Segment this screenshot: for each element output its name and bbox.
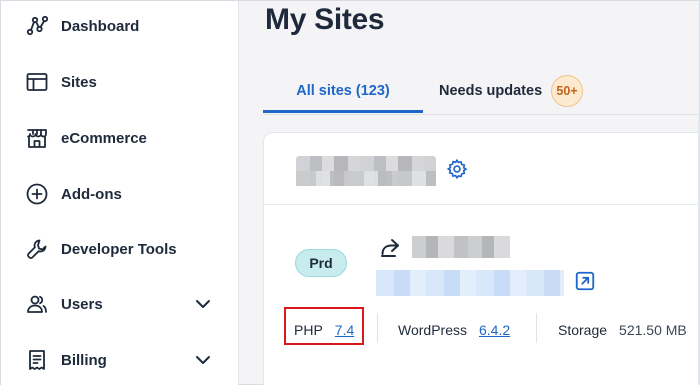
chevron-down-icon[interactable]: [193, 350, 213, 370]
dashboard-icon: [25, 14, 49, 38]
sidebar-item-label: eCommerce: [61, 129, 147, 147]
sidebar-item-users[interactable]: Users: [1, 284, 239, 324]
active-tab-indicator: [263, 110, 423, 113]
sidebar-item-label: Developer Tools: [61, 240, 177, 258]
sidebar-item-dashboard[interactable]: Dashboard: [1, 6, 239, 46]
storage-label: Storage: [558, 322, 608, 338]
sidebar-item-label: Add-ons: [61, 185, 122, 203]
environment-name-redacted: [412, 236, 510, 258]
sidebar-item-label: Billing: [61, 351, 107, 369]
wrench-icon: [25, 237, 49, 261]
site-card: Prd PHP 7.4 WordPress 6.4.2 Storage 521.…: [263, 132, 700, 385]
external-link-icon[interactable]: [574, 270, 596, 292]
page-title: My Sites: [265, 3, 385, 36]
app-frame: Dashboard Sites eCommerce Add-ons Develo: [0, 0, 700, 385]
site-name-redacted: [296, 156, 436, 186]
sidebar-item-billing[interactable]: Billing: [1, 340, 239, 380]
store-icon: [25, 126, 49, 150]
tab-needs-updates[interactable]: Needs updates: [439, 69, 542, 113]
sidebar-item-ecommerce[interactable]: eCommerce: [1, 118, 239, 158]
chevron-down-icon[interactable]: [193, 294, 213, 314]
divider: [377, 313, 378, 343]
wordpress-label: WordPress: [398, 322, 467, 338]
updates-count-badge: 50+: [551, 75, 583, 107]
sidebar-item-label: Users: [61, 295, 103, 313]
environment-badge: Prd: [295, 249, 347, 277]
sidebar-item-sites[interactable]: Sites: [1, 62, 239, 102]
tab-label: All sites (123): [296, 83, 390, 99]
storage-value: 521.50 MB: [619, 322, 687, 338]
billing-icon: [25, 348, 49, 372]
gear-icon[interactable]: [446, 158, 468, 180]
tab-label: Needs updates: [439, 83, 543, 99]
tab-all-sites[interactable]: All sites (123): [263, 69, 423, 113]
sidebar-item-add-ons[interactable]: Add-ons: [1, 174, 239, 214]
users-icon: [25, 292, 49, 316]
site-url-redacted[interactable]: [376, 270, 564, 296]
wordpress-version-link[interactable]: 6.4.2: [479, 322, 510, 338]
divider: [536, 313, 537, 343]
plus-circle-icon: [25, 182, 49, 206]
wordpress-version-info: WordPress 6.4.2: [398, 319, 510, 341]
sidebar-item-developer-tools[interactable]: Developer Tools: [1, 229, 239, 269]
share-icon[interactable]: [378, 236, 402, 260]
sidebar-item-label: Dashboard: [61, 17, 140, 35]
tab-bar: All sites (123) Needs updates 50+: [263, 69, 700, 115]
php-highlight-box: [284, 307, 364, 345]
storage-info: Storage 521.50 MB: [558, 319, 687, 341]
sites-icon: [25, 70, 49, 94]
sidebar: Dashboard Sites eCommerce Add-ons Develo: [1, 1, 239, 385]
site-card-header: [264, 133, 700, 205]
sidebar-item-label: Sites: [61, 73, 97, 91]
